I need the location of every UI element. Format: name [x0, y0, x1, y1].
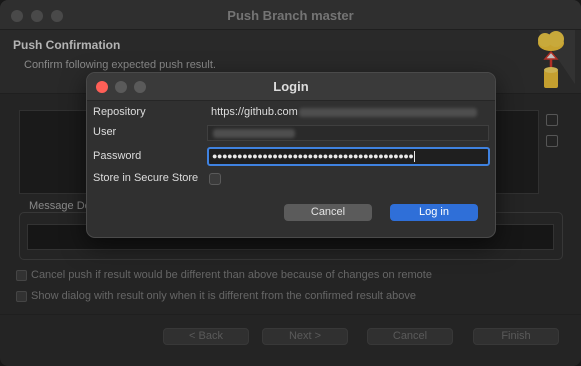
password-label: Password [93, 150, 142, 162]
repository-value: https://github.com [211, 106, 477, 118]
store-secure-checkbox[interactable] [209, 173, 221, 185]
redacted-username [213, 129, 295, 139]
repository-label: Repository [93, 106, 146, 118]
text-caret [414, 151, 416, 163]
password-field[interactable]: ●●●●●●●●●●●●●●●●●●●●●●●●●●●●●●●●●●●●●●●● [207, 147, 490, 166]
store-secure-label: Store in Secure Store [93, 172, 199, 184]
login-button[interactable]: Log in [390, 204, 478, 221]
login-title: Login [273, 79, 309, 94]
login-titlebar: Login [87, 73, 495, 101]
user-label: User [93, 126, 117, 138]
login-dialog: Login Repository https://github.com User… [86, 72, 496, 238]
password-mask: ●●●●●●●●●●●●●●●●●●●●●●●●●●●●●●●●●●●●●●●● [212, 151, 414, 161]
user-field[interactable] [207, 125, 489, 141]
login-cancel-button[interactable]: Cancel [284, 204, 372, 221]
